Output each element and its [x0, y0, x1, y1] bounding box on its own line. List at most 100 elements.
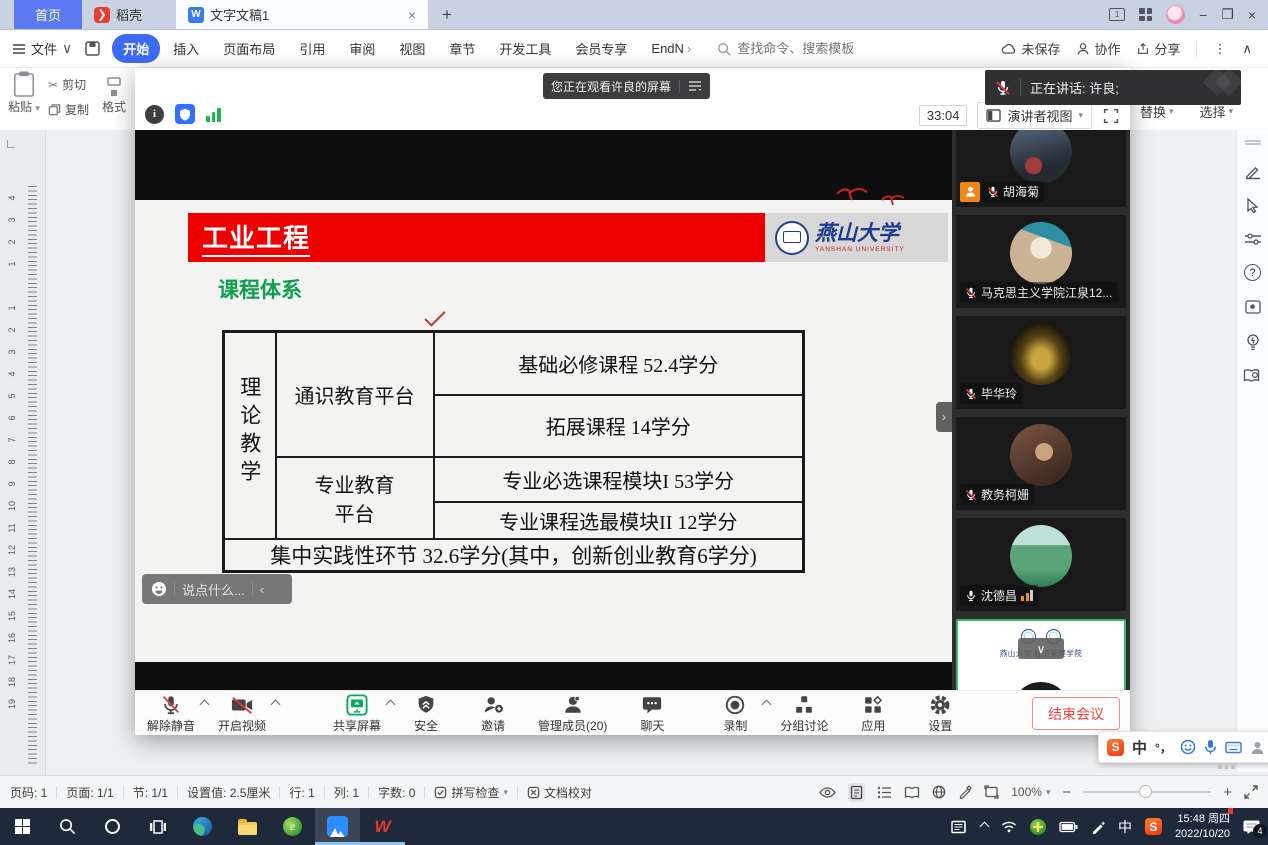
mic-options-chevron[interactable]: [200, 700, 210, 710]
ribbon-tab[interactable]: 审阅: [338, 34, 386, 63]
record-options-chevron[interactable]: [762, 700, 772, 710]
dictionary-search-icon[interactable]: [1243, 368, 1262, 384]
taskbar-search-button[interactable]: [45, 808, 90, 845]
meeting-info-icon[interactable]: i: [145, 105, 164, 124]
antivirus-tray-icon[interactable]: [1030, 819, 1046, 835]
paste-button[interactable]: 粘贴 ▾: [4, 70, 44, 115]
action-center-button[interactable]: 4: [1243, 819, 1260, 834]
status-item[interactable]: 页码: 1: [10, 784, 47, 801]
chat-input-placeholder[interactable]: 说点什么...: [182, 580, 245, 599]
status-item[interactable]: 列: 1: [334, 784, 359, 801]
pen-tool-icon[interactable]: [1244, 162, 1262, 180]
ime-punctuation[interactable]: °，: [1155, 739, 1172, 756]
file-explorer-button[interactable]: [225, 808, 270, 845]
video-options-chevron[interactable]: [271, 700, 281, 710]
save-icon[interactable]: [84, 40, 101, 57]
collapse-chat-icon[interactable]: ‹: [260, 582, 264, 597]
cortana-button[interactable]: [90, 808, 135, 845]
status-item[interactable]: 页面: 1/1: [66, 784, 113, 801]
start-button[interactable]: [0, 808, 45, 845]
tab-home[interactable]: 首页: [14, 0, 82, 29]
pen-tray-icon[interactable]: [1091, 820, 1105, 834]
spell-check-toggle[interactable]: 拼写检查▾: [434, 784, 508, 801]
ime-keyboard-icon[interactable]: [1225, 741, 1242, 754]
new-tab-button[interactable]: +: [428, 0, 466, 29]
browser-button[interactable]: e: [270, 808, 315, 845]
tab-document[interactable]: W 文字文稿1 ×: [176, 0, 428, 29]
ime-mode-indicator[interactable]: 中: [1118, 817, 1132, 837]
fullscreen-icon[interactable]: [1102, 107, 1120, 125]
collapse-videos-button[interactable]: ∨: [1018, 638, 1064, 659]
cut-button[interactable]: ✂剪切: [48, 76, 89, 93]
ribbon-tab[interactable]: 视图: [388, 34, 436, 63]
ribbon-tab[interactable]: 会员专享: [564, 34, 638, 63]
command-search[interactable]: [717, 41, 887, 56]
status-item[interactable]: 节: 1/1: [133, 784, 168, 801]
ime-emoji-icon[interactable]: [1180, 739, 1196, 755]
idea-bulb-icon[interactable]: [1245, 333, 1261, 351]
save-status[interactable]: 未保存: [1000, 39, 1060, 58]
file-menu[interactable]: 文件∨: [12, 39, 72, 58]
zoom-level[interactable]: 100%▾: [1011, 785, 1050, 799]
share-screen-button[interactable]: 共享屏幕: [333, 694, 381, 734]
ink-pen-icon[interactable]: [958, 785, 972, 799]
ribbon-tab[interactable]: 引用: [288, 34, 336, 63]
web-view-icon[interactable]: [932, 785, 946, 799]
fullscreen-toggle-icon[interactable]: [1244, 785, 1258, 799]
wifi-icon[interactable]: [1001, 820, 1017, 833]
fit-page-icon[interactable]: [984, 785, 999, 799]
search-input[interactable]: [737, 41, 887, 56]
hidden-icons-chevron[interactable]: [979, 822, 989, 832]
rail-drag-handle-icon[interactable]: [1245, 140, 1261, 145]
emoji-icon[interactable]: [151, 581, 167, 597]
hot-tools-icon[interactable]: [1244, 298, 1262, 316]
zoom-in-button[interactable]: +: [1223, 784, 1232, 801]
close-tab-icon[interactable]: ×: [408, 7, 416, 23]
ime-cn-mode[interactable]: 中: [1132, 737, 1147, 758]
meeting-app-button[interactable]: [315, 808, 360, 845]
participant-tile[interactable]: 胡海菊: [956, 130, 1126, 207]
apps-button[interactable]: 应用: [851, 694, 895, 734]
zoom-slider[interactable]: [1083, 791, 1211, 793]
wps-app-button[interactable]: W: [360, 808, 405, 845]
ribbon-tab[interactable]: 页面布局: [212, 34, 286, 63]
status-item[interactable]: 字数: 0: [378, 784, 415, 801]
app-grid-icon[interactable]: [1139, 8, 1152, 21]
user-avatar[interactable]: [1166, 5, 1185, 24]
meeting-chat-bubble[interactable]: 说点什么... ‹: [142, 574, 292, 604]
more-menu-icon[interactable]: ⋮: [1213, 41, 1226, 57]
invite-button[interactable]: 邀请: [471, 694, 515, 734]
sogou-logo-icon[interactable]: S: [1107, 739, 1124, 756]
copy-button[interactable]: 复制: [48, 101, 89, 118]
breakout-rooms-button[interactable]: 分组讨论: [780, 694, 828, 734]
settings-button[interactable]: 设置: [918, 694, 962, 734]
restore-button[interactable]: ❐: [1221, 6, 1234, 23]
eye-protect-icon[interactable]: [819, 786, 836, 799]
zoom-out-button[interactable]: −: [1062, 784, 1071, 801]
end-meeting-button[interactable]: 结束会议: [1032, 697, 1120, 730]
security-button[interactable]: 安全: [404, 694, 448, 734]
ime-account-icon[interactable]: [1250, 740, 1265, 755]
minimize-button[interactable]: −: [1199, 7, 1207, 23]
format-painter-button[interactable]: 格式: [102, 76, 126, 115]
book-view-icon[interactable]: [904, 786, 920, 799]
news-icon[interactable]: [951, 820, 968, 834]
battery-icon[interactable]: [1059, 821, 1078, 833]
view-mode-button[interactable]: 演讲者视图 ▾: [977, 102, 1092, 129]
status-item[interactable]: 设置值: 2.5厘米: [187, 784, 270, 801]
start-video-button[interactable]: 开启视频: [218, 694, 266, 734]
record-button[interactable]: 录制: [713, 694, 757, 734]
tab-docer[interactable]: ❯ 稻壳: [82, 0, 154, 29]
zoom-slider-knob[interactable]: [1139, 785, 1152, 798]
sogou-tray-icon[interactable]: S: [1145, 818, 1162, 835]
outline-view-icon[interactable]: [877, 786, 892, 799]
ribbon-tab[interactable]: 开始: [112, 34, 160, 63]
close-button[interactable]: ×: [1248, 7, 1256, 23]
collaborate-button[interactable]: 协作: [1076, 39, 1120, 58]
window-manage-icon[interactable]: 1: [1109, 8, 1125, 21]
ribbon-tab[interactable]: 插入: [162, 34, 210, 63]
edge-button[interactable]: [180, 808, 225, 845]
banner-menu-icon[interactable]: [688, 80, 702, 92]
ribbon-tab[interactable]: EndN: [640, 36, 702, 61]
meeting-security-icon[interactable]: [175, 104, 195, 124]
